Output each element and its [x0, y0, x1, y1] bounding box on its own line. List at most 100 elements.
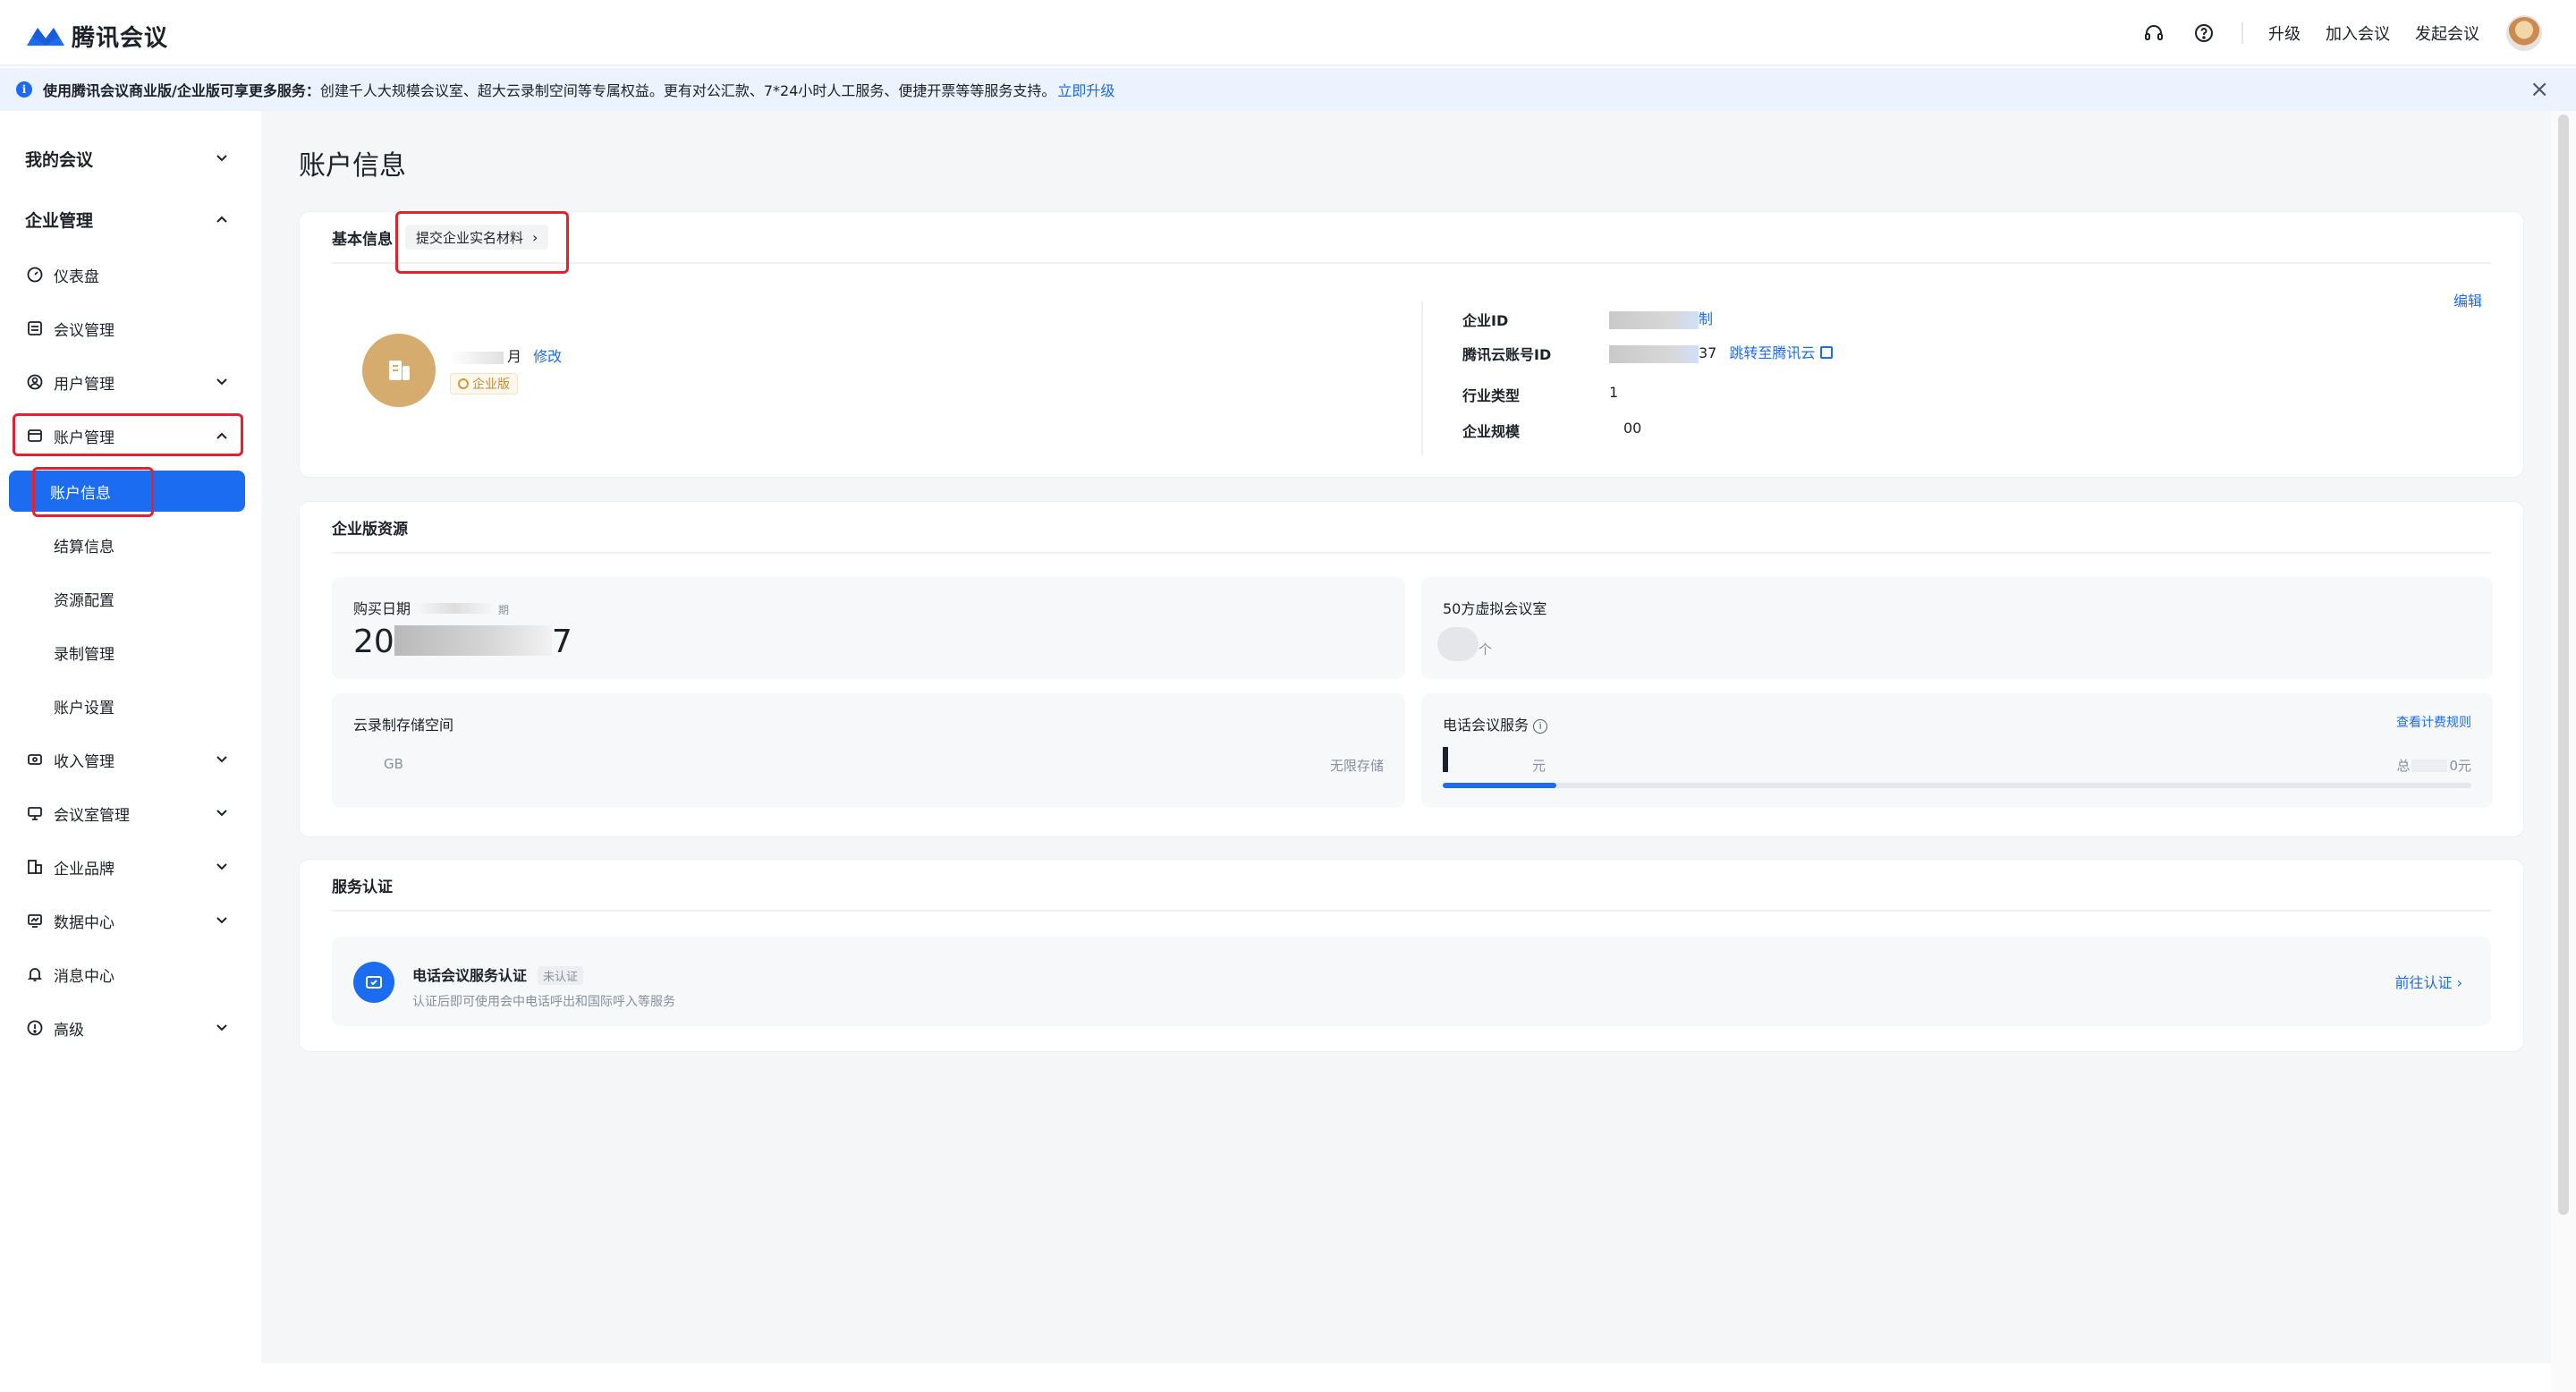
- nav-income-mgmt-label: 收入管理: [54, 752, 114, 771]
- purchase-date-value: 20 7: [353, 624, 572, 660]
- tencent-meeting-logo-icon: [27, 28, 64, 46]
- nav-message-center[interactable]: 消息中心: [13, 954, 245, 995]
- upgrade-link[interactable]: 升级: [2268, 21, 2301, 45]
- external-link-icon[interactable]: [1820, 346, 1834, 359]
- purchase-date-box: 购买日期 期 20 7: [332, 577, 1405, 679]
- phone-service-label-text: 电话会议服务: [1443, 717, 1530, 734]
- banner-upgrade-link[interactable]: 立即升级: [1057, 79, 1114, 100]
- nav-account-settings-label: 账户设置: [54, 699, 114, 717]
- chevron-right-icon: ›: [2456, 974, 2462, 991]
- edit-info-link[interactable]: 编辑: [2453, 289, 2482, 310]
- building-icon: [25, 857, 45, 877]
- nav-resource-config-label: 资源配置: [54, 591, 114, 610]
- start-meeting-link[interactable]: 发起会议: [2415, 21, 2479, 45]
- upgrade-banner: i 使用腾讯会议商业版/企业版可享更多服务：创建千人大规模会议室、超大云录制空间…: [0, 68, 2576, 111]
- company-name: 月 修改: [450, 344, 562, 366]
- user-avatar[interactable]: [2506, 15, 2542, 51]
- nav-enterprise-label: 企业管理: [25, 210, 94, 231]
- phone-balance-unit: 元: [1532, 758, 1546, 774]
- redacted-block: [1443, 747, 1532, 772]
- app-logo[interactable]: 腾讯会议: [23, 20, 168, 52]
- bell-icon: [25, 964, 45, 984]
- enterprise-id-label: 企业ID: [1462, 312, 1509, 329]
- chevron-up-icon: [216, 216, 227, 223]
- page-title: 账户信息: [299, 150, 406, 182]
- nav-meeting-mgmt-label: 会议管理: [54, 321, 114, 340]
- banner-text: 使用腾讯会议商业版/企业版可享更多服务：创建千人大规模会议室、超大云录制空间等专…: [43, 79, 1055, 100]
- industry-label: 行业类型: [1462, 387, 1521, 404]
- chevron-down-icon: [216, 917, 227, 924]
- nav-dashboard-label: 仪表盘: [54, 267, 99, 286]
- chevron-up-icon: [216, 432, 227, 439]
- scrollbar-thumb[interactable]: [2558, 115, 2569, 1215]
- submit-verification-button[interactable]: 提交企业实名材料 ›: [405, 225, 549, 250]
- nav-account-settings[interactable]: 账户设置: [13, 685, 245, 726]
- phone-cert-row: 电话会议服务认证 未认证 认证后即可使用会中电话呼出和国际呼入等服务 前往认证 ›: [332, 937, 2491, 1026]
- cloud-account-id-suffix: 37: [1699, 344, 1717, 361]
- info-icon[interactable]: i: [1533, 719, 1548, 734]
- chevron-down-icon: [216, 863, 227, 870]
- edition-badge-label: 企业版: [472, 378, 510, 392]
- building-icon: [389, 361, 410, 380]
- nav-account-mgmt-label: 账户管理: [54, 429, 114, 447]
- nav-billing-info-label: 结算信息: [54, 538, 114, 556]
- card-header: 企业版资源: [332, 502, 2491, 554]
- resources-card: 企业版资源 购买日期 期 20 7 50方虚拟会议室 个 云录制存储空间 GB 无限…: [299, 501, 2524, 837]
- dashboard-icon: [25, 265, 45, 284]
- nav-advanced[interactable]: 高级: [13, 1007, 245, 1048]
- nav-room-mgmt-label: 会议室管理: [54, 806, 130, 825]
- chevron-down-icon: [216, 378, 227, 386]
- industry-value: 1: [1609, 384, 1619, 401]
- resources-title: 企业版资源: [332, 520, 408, 539]
- edit-company-name-link[interactable]: 修改: [533, 348, 562, 365]
- nav-enterprise-mgmt[interactable]: 企业管理: [13, 199, 245, 240]
- wallet-icon: [25, 426, 45, 446]
- go-certify-link[interactable]: 前往认证 ›: [2394, 971, 2462, 992]
- join-meeting-link[interactable]: 加入会议: [2326, 21, 2390, 45]
- nav-income-mgmt[interactable]: 收入管理: [13, 739, 245, 780]
- phone-usage-progress: [1443, 783, 2471, 788]
- virtual-room-unit: 个: [1479, 641, 1493, 658]
- scale-value: 00: [1623, 420, 1642, 437]
- nav-room-mgmt[interactable]: 会议室管理: [13, 793, 245, 834]
- headset-icon[interactable]: [2138, 17, 2170, 49]
- nav-brand[interactable]: 企业品牌: [13, 846, 245, 887]
- income-icon: [25, 750, 45, 769]
- service-cert-title: 服务认证: [332, 878, 393, 896]
- nav-account-info[interactable]: 账户信息: [9, 471, 245, 512]
- edition-icon: [458, 378, 469, 389]
- purchase-date-label: 购买日期 期: [353, 597, 509, 618]
- nav-billing-info[interactable]: 结算信息: [13, 524, 245, 565]
- nav-user-mgmt[interactable]: 用户管理: [13, 361, 245, 403]
- help-icon[interactable]: [2188, 17, 2220, 49]
- purchase-date-label-text: 购买日期: [353, 600, 411, 617]
- nav-recording-mgmt-label: 录制管理: [54, 645, 114, 664]
- nav-my-meetings[interactable]: 我的会议: [13, 138, 245, 179]
- billing-rules-link[interactable]: 查看计费规则: [2396, 713, 2471, 731]
- phone-cert-description: 认证后即可使用会中电话呼出和国际呼入等服务: [412, 995, 675, 1009]
- company-avatar: [362, 334, 436, 407]
- nav-dashboard[interactable]: 仪表盘: [13, 254, 245, 295]
- nav-message-center-label: 消息中心: [54, 967, 114, 986]
- nav-account-mgmt[interactable]: 账户管理: [13, 415, 245, 456]
- divider: [2241, 22, 2243, 44]
- nav-recording-mgmt[interactable]: 录制管理: [13, 632, 245, 673]
- user-icon: [25, 372, 45, 392]
- phone-cert-title: 电话会议服务认证 未认证: [412, 963, 584, 985]
- cloud-account-id-value: 37 跳转至腾讯云: [1609, 341, 1834, 363]
- nav-data-center-label: 数据中心: [54, 913, 114, 932]
- nav-data-center[interactable]: 数据中心: [13, 900, 245, 941]
- phone-service-box: 电话会议服务 i 查看计费规则 元 总 0元: [1421, 693, 2493, 808]
- close-icon[interactable]: ×: [2529, 77, 2549, 102]
- virtual-room-label: 50方虚拟会议室: [1443, 600, 1547, 617]
- cloud-account-id-label: 腾讯云账号ID: [1462, 346, 1552, 363]
- jump-to-tencent-cloud-link[interactable]: 跳转至腾讯云: [1729, 344, 1815, 361]
- service-cert-card: 服务认证 电话会议服务认证 未认证 认证后即可使用会中电话呼出和国际呼入等服务 前…: [299, 859, 2524, 1052]
- submit-verification-label: 提交企业实名材料: [416, 229, 524, 246]
- copy-id-link[interactable]: 制: [1699, 310, 1713, 327]
- nav-resource-config[interactable]: 资源配置: [13, 578, 245, 619]
- phone-service-label: 电话会议服务 i: [1443, 713, 1548, 734]
- edition-badge: 企业版: [450, 373, 518, 395]
- purchase-date-suffix-char: 7: [551, 624, 572, 660]
- nav-meeting-mgmt[interactable]: 会议管理: [13, 308, 245, 349]
